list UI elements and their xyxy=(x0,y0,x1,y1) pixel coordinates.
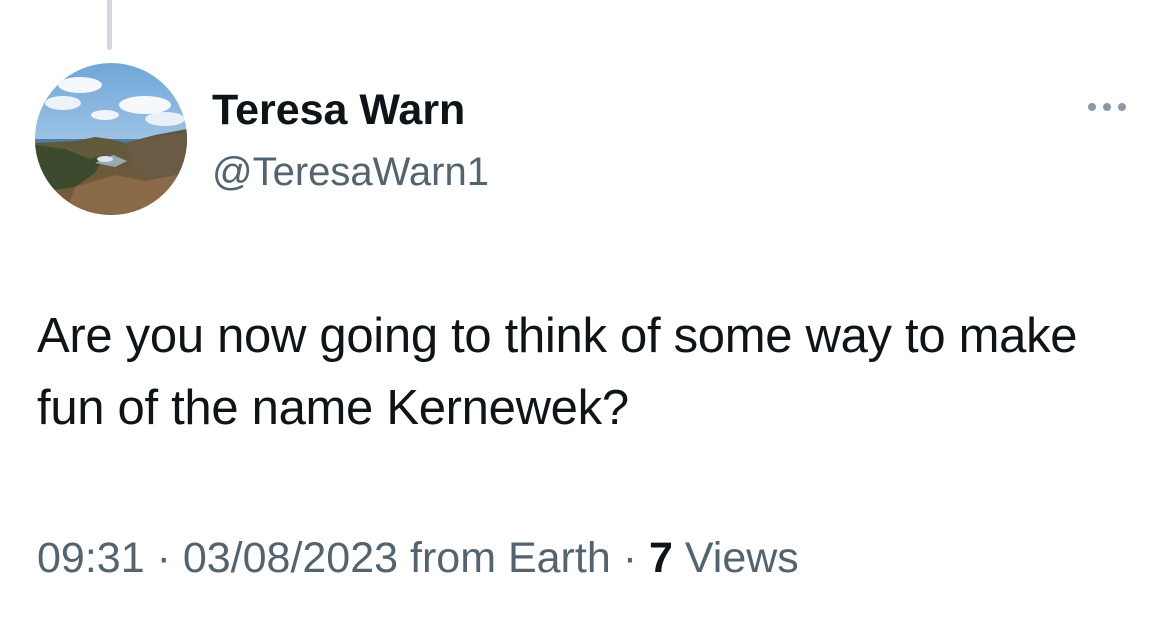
avatar[interactable] xyxy=(35,63,187,215)
coastal-landscape-avatar-image xyxy=(35,63,187,215)
author-handle[interactable]: @TeresaWarn1 xyxy=(212,147,489,197)
tweet-time[interactable]: 09:31 xyxy=(37,534,145,582)
tweet-date[interactable]: 03/08/2023 xyxy=(183,534,398,582)
author-display-name[interactable]: Teresa Warn xyxy=(212,84,465,136)
views-count[interactable]: 7 xyxy=(649,534,673,582)
meta-separator-2: · xyxy=(622,534,638,582)
tweet-text: Are you now going to think of some way t… xyxy=(37,309,1078,435)
more-horizontal-icon xyxy=(1088,103,1096,111)
meta-separator: · xyxy=(156,534,171,582)
views-label[interactable]: Views xyxy=(685,534,799,582)
more-horizontal-icon-dot-2 xyxy=(1103,103,1111,111)
tweet-source: from Earth xyxy=(410,534,611,582)
tweet: Teresa Warn @TeresaWarn1 Are you now goi… xyxy=(0,0,1170,621)
thread-connector-line xyxy=(107,0,112,50)
more-options-button[interactable] xyxy=(1080,92,1134,122)
more-horizontal-icon-dot-3 xyxy=(1118,103,1126,111)
tweet-metadata: 09:31 · 03/08/2023 from Earth · 7 Views xyxy=(37,530,799,586)
